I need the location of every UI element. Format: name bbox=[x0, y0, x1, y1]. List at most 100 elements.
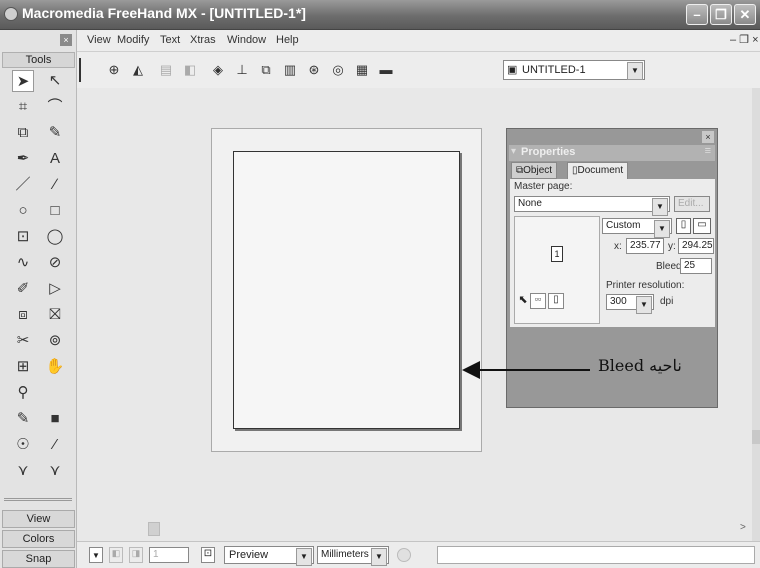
chevron-down-icon[interactable]: ▼ bbox=[652, 198, 668, 216]
properties-close-icon[interactable]: × bbox=[702, 131, 714, 143]
scroll-thumb[interactable] bbox=[752, 430, 760, 444]
menu-xtras[interactable]: Xtras bbox=[190, 34, 216, 46]
scale-tool-icon[interactable]: ⧈ bbox=[12, 304, 34, 326]
chevron-down-icon[interactable]: ▼ bbox=[371, 548, 387, 566]
page-icon[interactable]: ▯ bbox=[548, 293, 564, 309]
page-tool-tool-icon[interactable]: ⌗ bbox=[12, 96, 34, 118]
blank-tool-icon[interactable] bbox=[44, 382, 66, 404]
lasso-tool-icon[interactable]: ⌒ bbox=[44, 96, 66, 118]
close-button[interactable]: ✕ bbox=[734, 4, 756, 25]
toolbar-grip[interactable] bbox=[79, 58, 81, 82]
properties-titlebar[interactable]: ▾ Properties ≡ bbox=[509, 145, 715, 161]
default-colors-tool-icon[interactable]: ⋎ bbox=[44, 460, 66, 482]
menu-window[interactable]: Window bbox=[227, 34, 266, 46]
menu-view[interactable]: View bbox=[87, 34, 111, 46]
page-size-value: Custom bbox=[606, 220, 641, 231]
mdi-controls[interactable]: – ❐ × bbox=[730, 33, 759, 46]
rectangle-tool-icon[interactable]: □ bbox=[44, 200, 66, 222]
landscape-orientation-icon[interactable]: ▭ bbox=[693, 218, 711, 234]
tab-document[interactable]: ▯Document bbox=[567, 162, 629, 179]
mirror-tool-icon[interactable]: ▷ bbox=[44, 278, 66, 300]
menu-help[interactable]: Help bbox=[276, 34, 299, 46]
spiral-tool-icon[interactable]: ◯ bbox=[44, 226, 66, 248]
chevron-down-icon[interactable]: ▼ bbox=[627, 62, 643, 80]
view-panel-tab[interactable]: View bbox=[2, 510, 75, 528]
page-thumbnail[interactable]: 1 bbox=[551, 246, 563, 262]
menu-text[interactable]: Text bbox=[160, 34, 180, 46]
resolution-select[interactable]: 300 ▼ bbox=[606, 294, 654, 314]
open-icon[interactable]: ◭ bbox=[129, 61, 147, 79]
next-page-icon[interactable]: ◨ bbox=[129, 547, 143, 563]
view-mode-select[interactable]: Preview ▼ bbox=[224, 546, 314, 566]
page-size-select[interactable]: Custom ▼ bbox=[602, 218, 672, 238]
styles-icon[interactable]: ⊛ bbox=[305, 61, 323, 79]
info-icon[interactable] bbox=[397, 548, 411, 562]
new-document-icon[interactable]: ⊕ bbox=[105, 61, 123, 79]
collapse-arrow-icon[interactable]: ▾ bbox=[511, 146, 516, 157]
freeform-tool-icon[interactable]: ∿ bbox=[12, 252, 34, 274]
menu-modify[interactable]: Modify bbox=[117, 34, 149, 46]
colors-panel-tab[interactable]: Colors bbox=[2, 530, 75, 548]
ellipse-tool-icon[interactable]: ○ bbox=[12, 200, 34, 222]
calligraphy-tool-icon[interactable]: ⁄ bbox=[44, 434, 66, 456]
chevron-down-icon[interactable]: ▼ bbox=[636, 296, 652, 314]
fit-page-icon[interactable]: ⊡ bbox=[201, 547, 215, 563]
save-icon[interactable]: ▤ bbox=[157, 61, 175, 79]
grid-icon[interactable]: ▦ bbox=[353, 61, 371, 79]
eyedropper-tool-icon[interactable]: ✎ bbox=[44, 122, 66, 144]
pointer-tool-icon[interactable]: ➤ bbox=[12, 70, 34, 92]
bleed-field[interactable]: 25 bbox=[680, 258, 712, 274]
add-pages-icon[interactable]: ▫▫ bbox=[530, 293, 546, 309]
layers-icon[interactable]: ▬ bbox=[377, 61, 395, 79]
chevron-down-icon[interactable]: ▼ bbox=[296, 548, 312, 566]
prev-page-icon[interactable]: ◧ bbox=[109, 547, 123, 563]
transform-icon[interactable]: ⧉ bbox=[257, 61, 275, 79]
swap-tool-icon[interactable]: ⋎ bbox=[12, 460, 34, 482]
bezigon-tool-icon[interactable]: ∕ bbox=[44, 174, 66, 196]
skew-tool-icon[interactable]: ⛝ bbox=[44, 304, 66, 326]
tab-object[interactable]: ⧉Object bbox=[511, 162, 558, 179]
chevron-down-icon[interactable]: ▼ bbox=[654, 220, 670, 238]
align-icon[interactable]: ⊥ bbox=[233, 61, 251, 79]
polygon-tool-icon[interactable]: ⊡ bbox=[12, 226, 34, 248]
options-menu-icon[interactable]: ≡ bbox=[705, 145, 711, 157]
snap-panel-tab[interactable]: Snap bbox=[2, 550, 75, 568]
variable-stroke-tool-icon[interactable]: ⊘ bbox=[44, 252, 66, 274]
edit-button[interactable]: Edit... bbox=[674, 196, 710, 212]
master-page-select[interactable]: None ▼ bbox=[514, 196, 670, 216]
pencil-tool-icon[interactable]: ✐ bbox=[12, 278, 34, 300]
text-tool-icon[interactable]: A bbox=[44, 148, 66, 170]
tools-close-icon[interactable]: × bbox=[60, 34, 72, 46]
hand-tool-icon[interactable]: ✋ bbox=[44, 356, 66, 378]
trace-tool-icon[interactable]: ⧉ bbox=[12, 122, 34, 144]
page-dropdown-icon[interactable]: ▼ bbox=[89, 547, 103, 563]
page-area[interactable] bbox=[233, 151, 460, 429]
minimize-button[interactable]: – bbox=[686, 4, 708, 25]
line-tool-icon[interactable]: ／ bbox=[12, 174, 34, 196]
fill-color-tool-icon[interactable]: ■ bbox=[44, 408, 66, 430]
page-number-field[interactable]: 1 bbox=[149, 547, 189, 563]
library-icon[interactable]: ▥ bbox=[281, 61, 299, 79]
swatches-icon[interactable]: ◎ bbox=[329, 61, 347, 79]
pen-tool-icon[interactable]: ✒ bbox=[12, 148, 34, 170]
symbols-icon[interactable]: ◈ bbox=[209, 61, 227, 79]
knife-tool-icon[interactable]: ✂ bbox=[12, 330, 34, 352]
vertical-scrollbar[interactable] bbox=[752, 88, 760, 541]
graphic-hose-tool-icon[interactable]: ⊚ bbox=[44, 330, 66, 352]
portrait-orientation-icon[interactable]: ▯ bbox=[676, 218, 691, 234]
connector-tool-icon[interactable]: ⊞ bbox=[12, 356, 34, 378]
freehand-app-icon[interactable] bbox=[4, 7, 18, 21]
zoom-tool-icon[interactable]: ⚲ bbox=[12, 382, 34, 404]
document-select[interactable]: ▣ UNTITLED-1 ▼ bbox=[503, 60, 645, 80]
units-select[interactable]: Millimeters ▼ bbox=[317, 546, 389, 566]
subselect-tool-icon[interactable]: ↖ bbox=[44, 70, 66, 92]
eraser-tool-icon[interactable]: ☉ bbox=[12, 434, 34, 456]
x-field[interactable]: 235.77 bbox=[626, 238, 664, 254]
y-field[interactable]: 294.25 bbox=[678, 238, 714, 254]
import-icon[interactable]: ◧ bbox=[181, 61, 199, 79]
stroke-color-tool-icon[interactable]: ✎ bbox=[12, 408, 34, 430]
horizontal-scroll-thumb[interactable] bbox=[148, 522, 160, 536]
restore-button[interactable]: ❐ bbox=[710, 4, 732, 25]
scroll-right-icon[interactable]: > bbox=[740, 522, 752, 536]
page-tool-icon[interactable]: ⬉ bbox=[516, 293, 530, 309]
